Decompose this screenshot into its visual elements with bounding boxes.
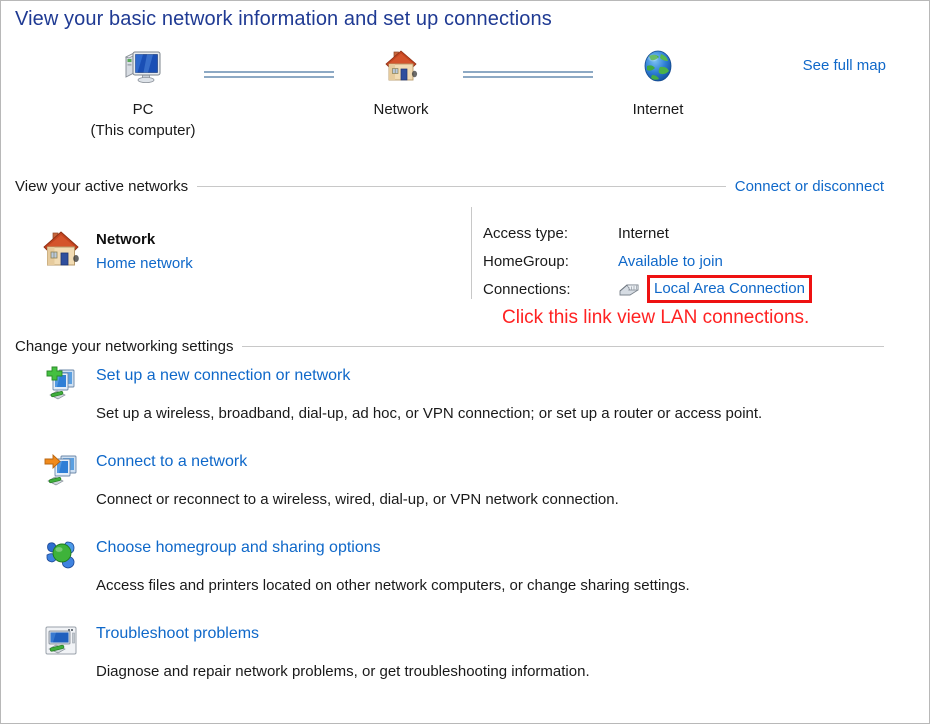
map-node-sublabel: (This computer) xyxy=(63,120,223,141)
network-map: PC (This computer) xyxy=(1,43,930,163)
setting-title-link[interactable]: Connect to a network xyxy=(96,453,247,471)
map-node-network[interactable]: Network xyxy=(321,43,481,120)
setting-description: Connect or reconnect to a wireless, wire… xyxy=(96,491,619,508)
section-divider-rule xyxy=(197,186,726,187)
setting-title-link[interactable]: Set up a new connection or network xyxy=(96,367,350,385)
connect-or-disconnect-link[interactable]: Connect or disconnect xyxy=(735,178,884,195)
see-full-map-link[interactable]: See full map xyxy=(803,57,886,74)
computer-icon xyxy=(63,43,223,89)
detail-row-homegroup: HomeGroup: Available to join xyxy=(483,247,812,275)
local-area-connection-highlight-box: Local Area Connection xyxy=(647,275,812,303)
vertical-divider xyxy=(471,207,472,299)
active-networks-section-header: View your active networks Connect or dis… xyxy=(15,178,884,195)
active-network-name: Network xyxy=(96,229,193,251)
detail-row-access-type: Access type: Internet xyxy=(483,219,812,247)
settings-list: Set up a new connection or network Set u… xyxy=(15,363,895,707)
setting-description: Access files and printers located on oth… xyxy=(96,577,690,594)
homegroup-available-link[interactable]: Available to join xyxy=(618,253,723,270)
annotation-text: Click this link view LAN connections. xyxy=(502,307,809,329)
detail-value-access-type: Internet xyxy=(618,225,669,242)
detail-row-connections: Connections: Lo xyxy=(483,275,812,303)
setting-description: Set up a wireless, broadband, dial-up, a… xyxy=(96,405,762,422)
troubleshoot-icon xyxy=(43,623,79,659)
connector-line-pc-network xyxy=(204,71,334,78)
setting-item-connect-to-network[interactable]: Connect to a network Connect or reconnec… xyxy=(15,449,895,535)
active-network-details: Access type: Internet HomeGroup: Availab… xyxy=(483,219,812,303)
connector-line-network-internet xyxy=(463,71,593,78)
map-node-label: Network xyxy=(321,99,481,120)
map-node-label: PC xyxy=(63,99,223,120)
section-divider-rule xyxy=(242,346,884,347)
active-network-identity[interactable]: Network Home network xyxy=(39,229,193,277)
setting-item-new-connection[interactable]: Set up a new connection or network Set u… xyxy=(15,363,895,449)
globe-icon xyxy=(578,43,738,89)
house-icon xyxy=(39,229,83,271)
detail-label: Access type: xyxy=(483,225,618,242)
setting-item-troubleshoot[interactable]: Troubleshoot problems Diagnose and repai… xyxy=(15,621,895,707)
active-network-entry: Network Home network Access type: Intern… xyxy=(15,207,887,305)
setting-title-link[interactable]: Choose homegroup and sharing options xyxy=(96,539,381,557)
homegroup-icon xyxy=(43,537,79,573)
settings-section-header: Change your networking settings xyxy=(15,338,884,355)
connect-network-icon xyxy=(43,451,79,487)
house-icon xyxy=(321,43,481,89)
local-area-connection-link[interactable]: Local Area Connection xyxy=(654,280,805,297)
setting-description: Diagnose and repair network problems, or… xyxy=(96,663,590,680)
detail-label: HomeGroup: xyxy=(483,253,618,270)
ethernet-adapter-icon xyxy=(618,281,640,297)
setting-title-link[interactable]: Troubleshoot problems xyxy=(96,625,259,643)
map-node-pc[interactable]: PC (This computer) xyxy=(63,43,223,141)
map-node-internet[interactable]: Internet xyxy=(578,43,738,120)
map-node-label: Internet xyxy=(578,99,738,120)
detail-label: Connections: xyxy=(483,281,618,298)
setting-item-homegroup[interactable]: Choose homegroup and sharing options Acc… xyxy=(15,535,895,621)
new-connection-icon xyxy=(43,365,79,401)
section-heading-label: Change your networking settings xyxy=(15,338,233,355)
network-sharing-center-window: View your basic network information and … xyxy=(0,0,930,724)
page-title: View your basic network information and … xyxy=(15,8,552,31)
home-network-link[interactable]: Home network xyxy=(96,251,193,277)
section-heading-label: View your active networks xyxy=(15,178,188,195)
